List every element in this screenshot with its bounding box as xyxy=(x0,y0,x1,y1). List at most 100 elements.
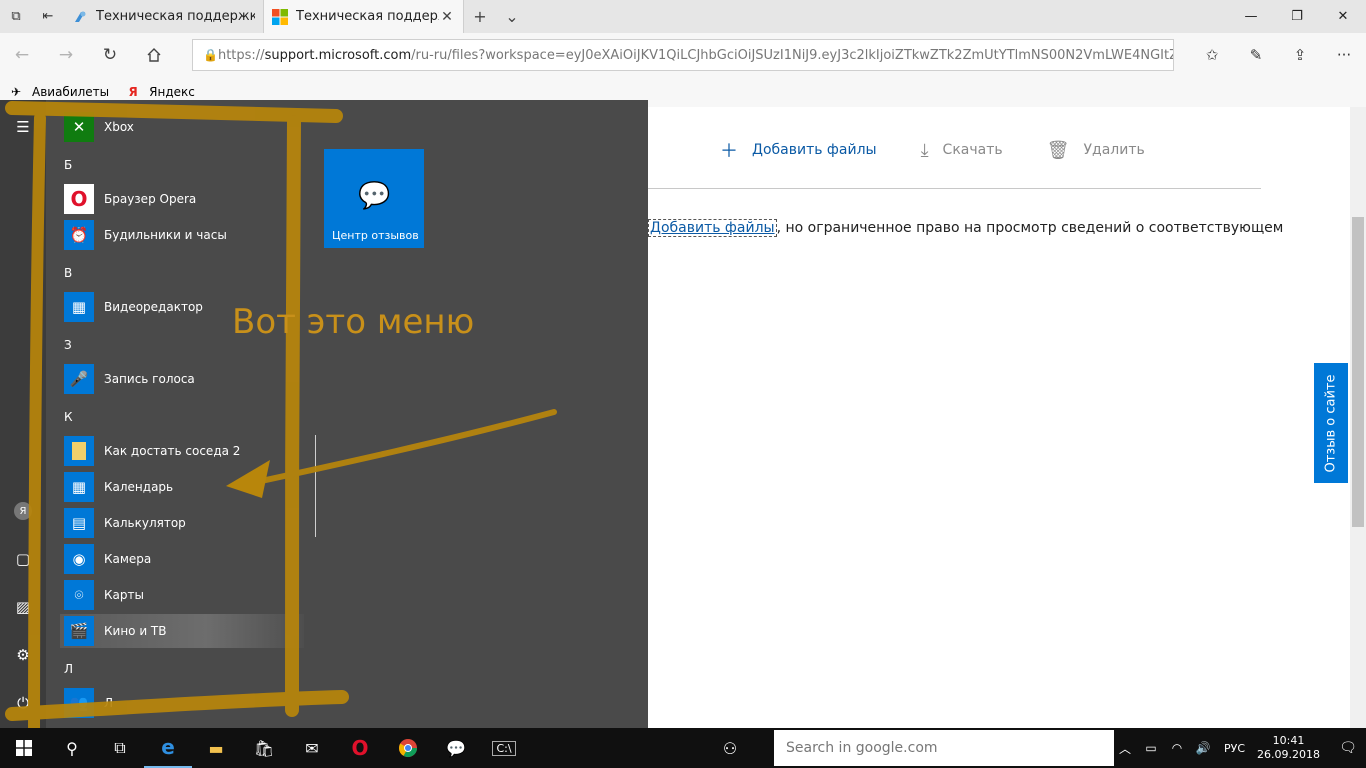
app-list-scrollbar[interactable] xyxy=(315,435,316,537)
letter-header[interactable]: З xyxy=(64,338,72,352)
pictures-icon[interactable]: ▨ xyxy=(14,598,32,616)
volume-icon[interactable]: 🔊 xyxy=(1191,741,1215,755)
add-files-link[interactable]: Добавить файлы xyxy=(648,219,777,237)
letter-header[interactable]: Б xyxy=(64,158,72,172)
set-aside-icon: ⇤ xyxy=(42,9,54,24)
tab-1-title: Техническая поддержка (4 xyxy=(96,9,255,24)
favorite-yandex[interactable]: Я Яндекс xyxy=(125,84,195,100)
help-chat-icon: 💬 xyxy=(446,738,466,758)
scrollbar-thumb[interactable] xyxy=(1352,217,1364,527)
app-alarms[interactable]: ⏰ Будильники и часы xyxy=(60,218,304,252)
delete-button[interactable]: 🗑 Удалить xyxy=(1047,137,1145,163)
forward-button[interactable]: → xyxy=(44,33,88,77)
action-center-icon[interactable]: 🗨 xyxy=(1330,740,1366,756)
app-label: Кино и ТВ xyxy=(104,624,167,638)
favorites-button[interactable]: ✩ xyxy=(1190,33,1234,77)
download-button[interactable]: ⤓ Скачать xyxy=(921,137,1003,163)
app-people[interactable]: 👥 Л xyxy=(60,686,304,720)
site-feedback-tab[interactable]: Отзыв о сайте xyxy=(1314,363,1348,483)
microsoft-logo-icon xyxy=(272,8,288,25)
opera-icon: O xyxy=(351,736,369,760)
app-calendar[interactable]: ▦ Календарь xyxy=(60,470,304,504)
tab-close-icon[interactable]: ✕ xyxy=(439,9,455,25)
app-hello-neighbor-2[interactable]: Как достать соседа 2 xyxy=(60,434,304,468)
edge-icon: e xyxy=(161,735,175,759)
folder-icon: ▬ xyxy=(208,738,224,758)
web-note-button[interactable]: ✎ xyxy=(1234,33,1278,77)
start-button[interactable] xyxy=(0,728,48,768)
search-button[interactable]: ⚲ xyxy=(48,728,96,768)
taskbar-mail[interactable]: ✉ xyxy=(288,728,336,768)
hamburger-menu-icon[interactable]: ☰ xyxy=(14,118,32,136)
site-feedback-label: Отзыв о сайте xyxy=(1323,374,1339,472)
tab-2[interactable]: Техническая поддержк ✕ xyxy=(264,0,464,33)
taskbar-opera[interactable]: O xyxy=(336,728,384,768)
minimize-button[interactable]: — xyxy=(1228,0,1274,33)
taskbar-help[interactable]: 💬 xyxy=(432,728,480,768)
taskbar-store[interactable]: 🛍 xyxy=(240,728,288,768)
home-button[interactable] xyxy=(132,33,176,77)
taskbar-explorer[interactable]: ▬ xyxy=(192,728,240,768)
settings-gear-icon[interactable]: ⚙ xyxy=(14,646,32,664)
tab-list-button[interactable]: ⌄ xyxy=(496,0,528,33)
app-movies-tv[interactable]: 🎬 Кино и ТВ xyxy=(60,614,304,648)
set-aside-tabs-button[interactable]: ⇤ xyxy=(32,0,64,33)
letter-header[interactable]: Л xyxy=(64,662,73,676)
command-bar: ＋ Добавить файлы ⤓ Скачать 🗑 Удалить xyxy=(720,137,1189,163)
restore-button[interactable]: ❐ xyxy=(1274,0,1320,33)
more-button[interactable]: ··· xyxy=(1322,33,1366,77)
show-hidden-icons[interactable]: ︿ xyxy=(1113,740,1137,757)
alarm-clock-icon: ⏰ xyxy=(64,220,94,250)
app-calculator[interactable]: ▤ Калькулятор xyxy=(60,506,304,540)
taskbar-cmd[interactable]: C:\ xyxy=(480,728,528,768)
back-button[interactable]: ← xyxy=(0,33,44,77)
game-icon xyxy=(64,436,94,466)
add-files-button[interactable]: ＋ Добавить файлы xyxy=(720,137,877,163)
power-icon[interactable]: ⏻ xyxy=(14,694,32,712)
page-text-rest: , но ограниченное право на просмотр свед… xyxy=(776,220,1284,236)
plus-icon: ＋ xyxy=(720,141,738,162)
app-label: Календарь xyxy=(104,480,174,494)
app-opera[interactable]: O Браузер Opera xyxy=(60,182,304,216)
people-button[interactable]: ⚇ xyxy=(706,728,754,768)
tile-feedback-hub[interactable]: 💬 Центр отзывов xyxy=(324,149,424,248)
taskbar-chrome[interactable] xyxy=(384,728,432,768)
user-avatar-icon[interactable]: Я xyxy=(14,502,32,520)
app-label: Будильники и часы xyxy=(104,228,227,242)
plane-icon: ✈ xyxy=(10,85,22,99)
app-xbox[interactable]: ✕ Xbox xyxy=(60,110,304,144)
tab-1[interactable]: Техническая поддержка (4 xyxy=(64,0,264,33)
letter-header[interactable]: В xyxy=(64,266,72,280)
letter-header[interactable]: К xyxy=(64,410,73,424)
page-content: ＋ Добавить файлы ⤓ Скачать 🗑 Удалить Доб… xyxy=(648,107,1366,728)
favorite-aviabilety[interactable]: ✈ Авиабилеты xyxy=(8,84,109,100)
address-bar[interactable]: 🔒 https://support.microsoft.com/ru-ru/fi… xyxy=(192,39,1174,71)
refresh-icon: ↻ xyxy=(102,45,118,65)
app-maps[interactable]: ⌾ Карты xyxy=(60,578,304,612)
windows-logo-icon xyxy=(16,740,32,756)
chrome-icon xyxy=(399,739,417,758)
tab-preview-button[interactable]: ⧉ xyxy=(0,0,32,33)
yandex-icon: Я xyxy=(128,85,138,99)
command-prompt-icon: C:\ xyxy=(492,740,516,756)
share-button[interactable]: ⇪ xyxy=(1278,33,1322,77)
plus-icon: + xyxy=(473,7,487,26)
google-search-box[interactable]: Search in google.com xyxy=(774,730,1114,766)
language-indicator[interactable]: РУС xyxy=(1224,742,1245,755)
battery-icon[interactable]: ▭ xyxy=(1139,741,1163,755)
window-close-button[interactable]: ✕ xyxy=(1320,0,1366,33)
tile-label: Центр отзывов xyxy=(332,229,419,242)
support-favicon xyxy=(75,11,86,22)
clock[interactable]: 10:41 26.09.2018 xyxy=(1257,734,1320,762)
page-scrollbar[interactable] xyxy=(1350,107,1366,728)
wifi-icon[interactable]: ◠ xyxy=(1165,741,1189,755)
new-tab-button[interactable]: + xyxy=(464,0,496,33)
app-camera[interactable]: ◉ Камера xyxy=(60,542,304,576)
task-view-button[interactable]: ⧉ xyxy=(96,728,144,768)
documents-icon[interactable]: ▢ xyxy=(14,550,32,568)
task-view-icon: ⧉ xyxy=(114,738,126,757)
maps-icon: ⌾ xyxy=(64,580,94,610)
app-voice-recorder[interactable]: 🎤 Запись голоса xyxy=(60,362,304,396)
taskbar-edge[interactable]: e xyxy=(144,728,192,768)
refresh-button[interactable]: ↻ xyxy=(88,33,132,77)
